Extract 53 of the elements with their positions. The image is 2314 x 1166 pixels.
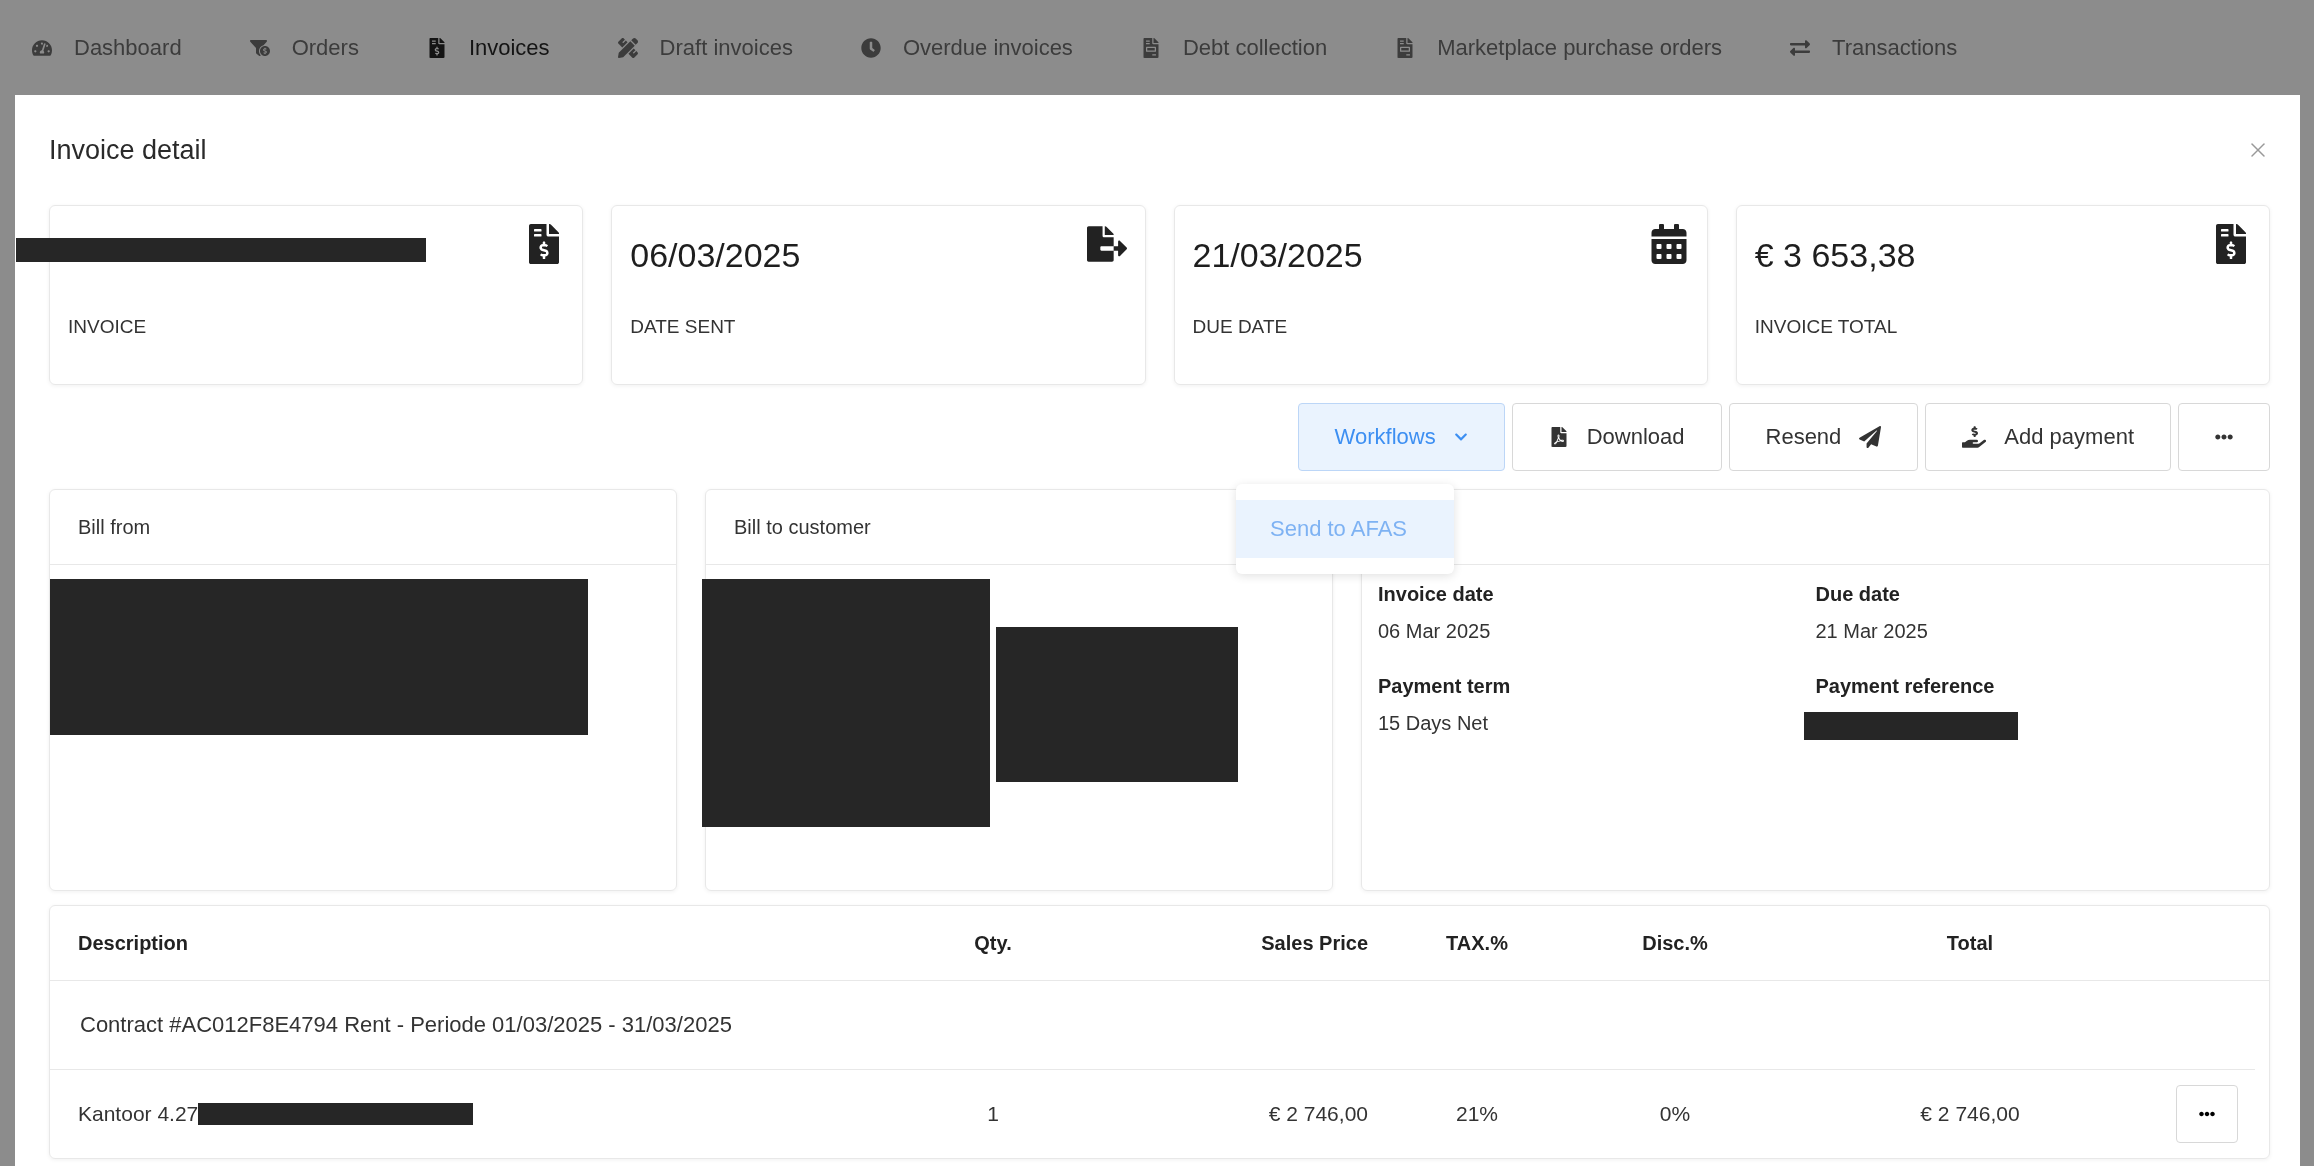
document-icon (1395, 37, 1416, 58)
pencil-ruler-icon (617, 37, 638, 58)
more-button[interactable] (2178, 403, 2270, 471)
nav-tab[interactable]: Invoices (426, 34, 550, 61)
row-menu-button[interactable] (2176, 1085, 2238, 1143)
nav-tab[interactable]: Orders (249, 34, 359, 61)
nav-tab[interactable]: Dashboard (32, 34, 182, 61)
detail-label: Payment reference (1815, 675, 1996, 698)
hand-coin-icon (1962, 425, 1987, 449)
gauge-icon (32, 37, 52, 58)
detail-label: Payment term (1378, 675, 1512, 698)
action-button[interactable]: Add payment (1925, 403, 2171, 471)
panel-title: Bill from (50, 490, 676, 565)
menu-item[interactable]: Send to AFAS (1236, 500, 1454, 558)
column-header: Qty. (973, 931, 1013, 955)
table-cell: € 2 746,00 (1268, 1102, 1368, 1126)
column-header: Total (1945, 931, 1995, 955)
detail-value: 15 Days Net (1378, 712, 1490, 735)
table-cell: 21% (1456, 1102, 1498, 1126)
exchange-icon (1790, 37, 1811, 58)
table-cell: 1 (987, 1102, 999, 1126)
nav-tab[interactable]: Marketplace purchase orders (1395, 34, 1723, 61)
table-cell: € 2 746,00 (1920, 1102, 2020, 1126)
group-row: Contract #AC012F8E4794 Rent - Periode 01/03/2025 - 31/03/2025 (50, 981, 2255, 1070)
detail-label: Due date (1815, 583, 1901, 606)
table-cell: 0% (1659, 1102, 1691, 1126)
card-label: INVOICE (68, 316, 148, 338)
column-header: TAX.% (1445, 931, 1509, 955)
column-header: Disc.% (1641, 931, 1709, 955)
file-export-icon (1086, 224, 1127, 264)
paper-plane-icon (1859, 426, 1882, 448)
workflows-dropdown[interactable]: Workflows (1297, 403, 1505, 471)
action-button[interactable]: Download (1511, 403, 1722, 471)
card-value: 06/03/2025 (630, 235, 801, 275)
card-label: DATE SENT (630, 316, 737, 338)
column-header: Description (78, 931, 190, 955)
nav-tab[interactable]: Draft invoices (617, 34, 793, 61)
column-header: Sales Price (1260, 931, 1368, 955)
table-cell: Kantoor 4.27 (78, 1102, 199, 1126)
nav-tab[interactable]: Overdue invoices (860, 34, 1073, 61)
detail-label: Invoice date (1378, 583, 1495, 606)
card-label: DUE DATE (1192, 316, 1289, 338)
clock-icon (860, 37, 881, 58)
card-label: INVOICE TOTAL (1754, 316, 1899, 338)
nav-tab[interactable]: Transactions (1790, 34, 1958, 61)
detail-value: 21 Mar 2025 (1815, 620, 1929, 643)
card-value: 21/03/2025 (1192, 235, 1363, 275)
card-value: € 3 653,38 (1754, 235, 1916, 275)
detail-value: 06 Mar 2025 (1378, 620, 1492, 643)
action-button[interactable]: Resend (1728, 403, 1919, 471)
funnel-icon (249, 37, 270, 58)
nav-tab[interactable]: Debt collection (1140, 34, 1328, 61)
dialog-title: Invoice detail (49, 134, 207, 166)
